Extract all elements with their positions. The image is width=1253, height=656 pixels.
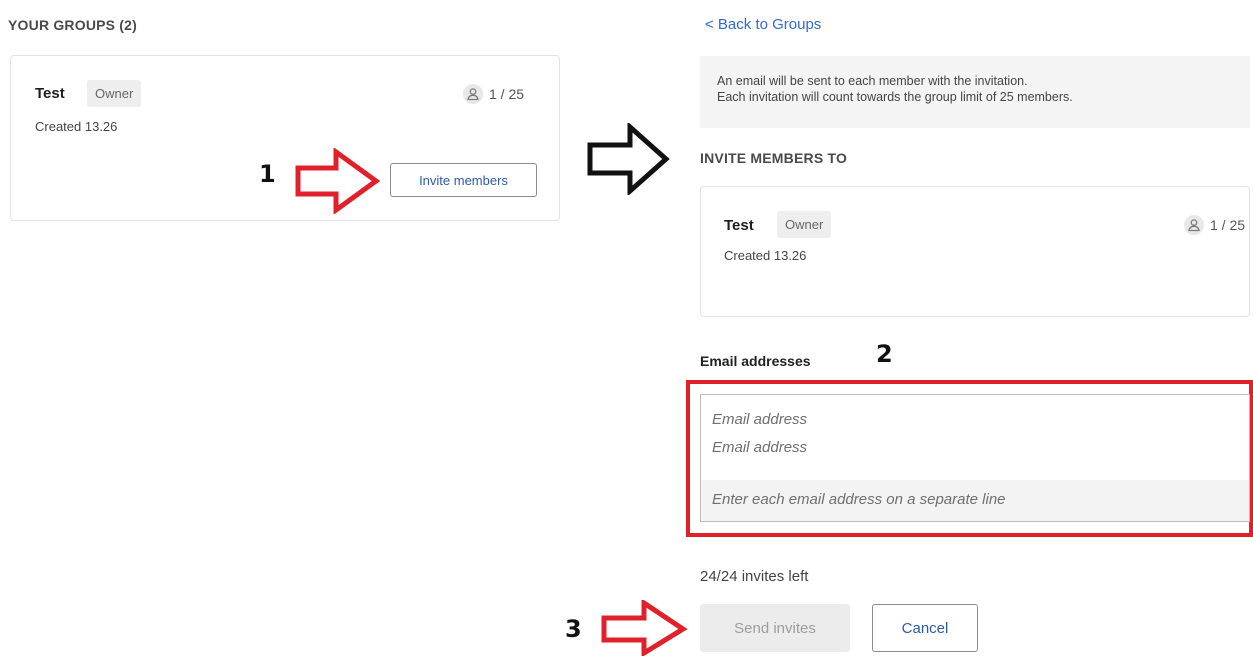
group-created-date: Created 13.26 [35, 119, 118, 134]
cancel-button[interactable]: Cancel [872, 604, 978, 652]
step-1-label: 1 [259, 160, 276, 188]
info-line-1: An email will be sent to each member wit… [717, 74, 1028, 88]
group-name: Test [35, 85, 65, 102]
info-line-2: Each invitation will count towards the g… [717, 90, 1073, 104]
send-invites-button[interactable]: Send invites [700, 604, 850, 652]
person-icon [463, 84, 483, 104]
red-arrow-icon [601, 600, 688, 656]
red-arrow-icon [295, 148, 381, 214]
group-card: Test Owner Created 13.26 1 / 25 Invite m… [10, 55, 560, 221]
your-groups-title: YOUR GROUPS (2) [8, 17, 138, 33]
role-badge: Owner [87, 80, 142, 107]
member-count: 1 / 25 [463, 84, 524, 104]
step-2-label: 2 [876, 340, 893, 368]
target-group-name: Test [724, 217, 754, 234]
email-placeholder-2: Email address [712, 439, 808, 456]
invites-left-text: 24/24 invites left [700, 568, 809, 585]
target-role-badge: Owner [777, 211, 832, 238]
email-hint: Enter each email address on a separate l… [701, 480, 1249, 521]
email-addresses-textarea[interactable]: Email address Email address Enter each e… [700, 394, 1250, 522]
step-3-label: 3 [565, 615, 582, 643]
invite-members-to-title: INVITE MEMBERS TO [700, 150, 848, 166]
email-placeholder-1: Email address [712, 411, 808, 428]
target-member-count: 1 / 25 [1184, 215, 1245, 235]
invite-info-box: An email will be sent to each member wit… [700, 56, 1250, 128]
target-group-created-date: Created 13.26 [724, 248, 807, 263]
invite-members-button[interactable]: Invite members [390, 163, 537, 197]
target-group-card: Test Owner Created 13.26 1 / 25 [700, 186, 1250, 317]
email-addresses-label: Email addresses [700, 353, 811, 369]
target-member-count-text: 1 / 25 [1210, 217, 1246, 233]
back-to-groups-link[interactable]: < Back to Groups [705, 16, 821, 33]
member-count-text: 1 / 25 [489, 86, 525, 102]
person-icon [1184, 215, 1204, 235]
black-arrow-icon [587, 123, 670, 195]
